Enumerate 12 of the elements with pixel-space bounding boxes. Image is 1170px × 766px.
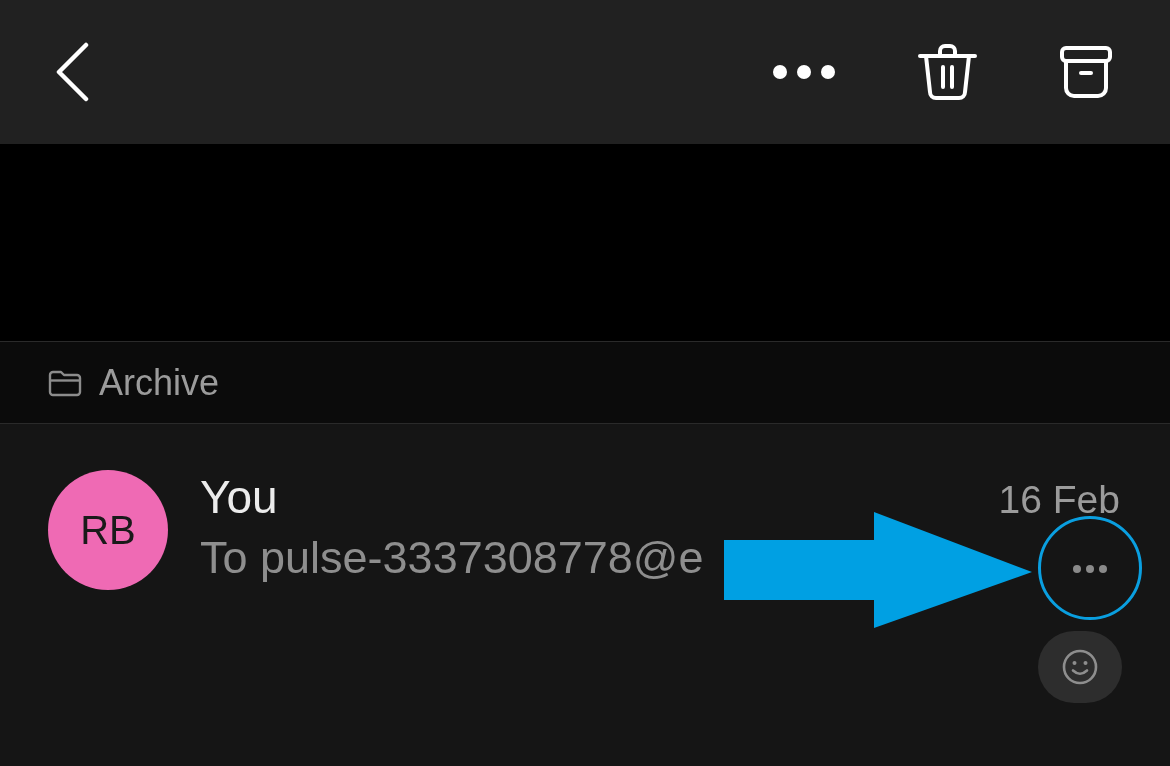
folder-label: Archive bbox=[99, 360, 220, 405]
message-preview: To pulse-3337308778@e bbox=[200, 531, 704, 586]
avatar: RB bbox=[48, 470, 168, 590]
smiley-icon bbox=[1062, 649, 1098, 686]
more-icon bbox=[1073, 565, 1107, 574]
chevron-left-icon bbox=[55, 42, 90, 102]
trash-icon bbox=[918, 43, 977, 101]
folder-icon bbox=[48, 368, 82, 397]
archive-box-icon bbox=[1060, 46, 1112, 98]
sender-name: You bbox=[200, 470, 278, 525]
message-date: 16 Feb bbox=[998, 477, 1120, 523]
more-icon bbox=[773, 65, 835, 79]
